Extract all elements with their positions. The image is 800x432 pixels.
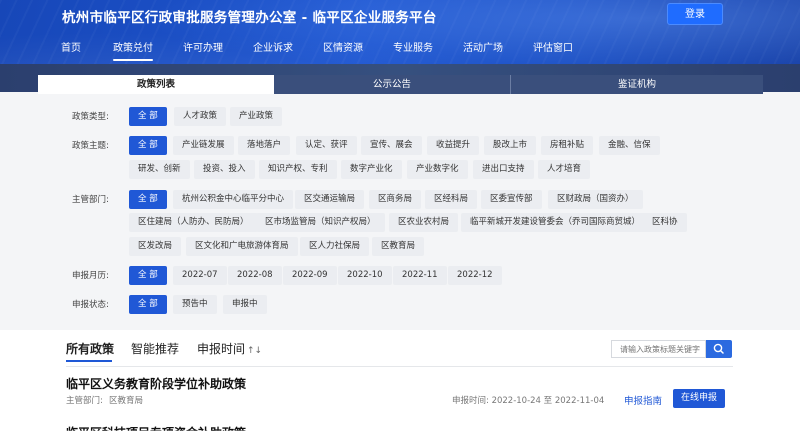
chip-dept-fund[interactable]: 杭州公积金中心临平分中心 (173, 190, 294, 209)
tab-certification[interactable]: 鉴证机构 (510, 75, 763, 94)
chip-type-all[interactable]: 全 部 (129, 107, 167, 126)
chip-status-all[interactable]: 全 部 (129, 295, 167, 314)
login-button[interactable]: 登录 (667, 3, 723, 25)
chip-dept-culture[interactable]: 区文化和广电旅游体育局 (186, 237, 298, 256)
chip-theme-industry-digital[interactable]: 产业数字化 (407, 160, 468, 179)
chip-theme-rent[interactable]: 房租补贴 (541, 136, 594, 155)
chip-dept-transport[interactable]: 区交通运输局 (295, 190, 365, 209)
chip-theme-digital-industry[interactable]: 数字产业化 (341, 160, 402, 179)
sort-arrows-icon: ↑↓ (247, 346, 263, 356)
tab-announcements[interactable]: 公示公告 (274, 75, 510, 94)
policy-department-label: 主管部门: (66, 396, 103, 406)
chip-month-2022-07[interactable]: 2022-07 (173, 266, 227, 285)
filter-label-type: 政策类型: (72, 112, 109, 122)
chip-dept-finance[interactable]: 区财政局（国资办） (548, 190, 643, 209)
nav-item-evaluation[interactable]: 评估窗口 (533, 42, 573, 56)
chip-dept-all[interactable]: 全 部 (129, 190, 167, 209)
chip-month-all[interactable]: 全 部 (129, 266, 167, 285)
nav-item-policy[interactable]: 政策兑付 (113, 42, 153, 61)
chip-theme-finance[interactable]: 金融、信保 (599, 136, 660, 155)
nav-item-home[interactable]: 首页 (61, 42, 81, 56)
nav-item-activity[interactable]: 活动广场 (463, 42, 503, 56)
chip-theme-chain[interactable]: 产业链发展 (173, 136, 234, 155)
chip-type-talent[interactable]: 人才政策 (174, 107, 227, 126)
chip-theme-exhibition[interactable]: 宣传、展会 (361, 136, 422, 155)
filter-label-department: 主管部门: (72, 195, 109, 205)
chip-theme-import-export[interactable]: 进出口支持 (473, 160, 534, 179)
policy-title[interactable]: 临平区义务教育阶段学位补助政策 (66, 375, 246, 392)
filter-label-theme: 政策主题: (72, 141, 109, 151)
chip-theme-ip[interactable]: 知识产权、专利 (259, 160, 337, 179)
chip-month-2022-08[interactable]: 2022-08 (228, 266, 282, 285)
search-button[interactable] (706, 340, 732, 358)
content-tabs: 政策列表 公示公告 鉴证机构 (38, 75, 763, 94)
chip-dept-housing[interactable]: 区住建局（人防办、民防局） (129, 213, 258, 232)
chip-dept-education[interactable]: 区教育局 (372, 237, 425, 256)
policy-period: 申报时间: 2022-10-24 至 2022-11-04 (452, 396, 605, 406)
policy-guide-link[interactable]: 申报指南 (624, 393, 662, 407)
chip-status-preview[interactable]: 预告中 (173, 295, 217, 314)
policy-department: 区教育局 (109, 396, 144, 406)
tab-policy-list[interactable]: 政策列表 (38, 75, 274, 94)
sort-tab-time[interactable]: 申报时间 ↑↓ (197, 340, 262, 357)
chip-theme-talent-training[interactable]: 人才培育 (538, 160, 591, 179)
chip-dept-commerce[interactable]: 区商务局 (369, 190, 422, 209)
sort-tab-underline (66, 360, 112, 362)
chip-status-open[interactable]: 申报中 (223, 295, 267, 314)
filter-label-status: 申报状态: (72, 300, 109, 310)
chip-dept-market[interactable]: 区市场监管局（知识产权局） (256, 213, 385, 232)
nav-item-appeal[interactable]: 企业诉求 (253, 42, 293, 56)
chip-dept-science-assoc[interactable]: 区科协 (643, 213, 687, 232)
chip-theme-certified[interactable]: 认定、获评 (296, 136, 357, 155)
chip-month-2022-11[interactable]: 2022-11 (393, 266, 447, 285)
chip-month-2022-12[interactable]: 2022-12 (448, 266, 502, 285)
chip-dept-economy[interactable]: 区经科局 (425, 190, 478, 209)
nav-item-resources[interactable]: 区情资源 (323, 42, 363, 56)
chip-theme-invest[interactable]: 投资、投入 (194, 160, 255, 179)
chip-month-2022-09[interactable]: 2022-09 (283, 266, 337, 285)
chip-theme-landing[interactable]: 落地落户 (238, 136, 291, 155)
chip-dept-publicity[interactable]: 区委宣传部 (481, 190, 542, 209)
nav-item-pro-service[interactable]: 专业服务 (393, 42, 433, 56)
search-icon (713, 343, 724, 354)
site-title: 杭州市临平区行政审批服务管理办公室 - 临平区企业服务平台 (62, 10, 437, 26)
chip-theme-ipo[interactable]: 股改上市 (484, 136, 537, 155)
list-divider (66, 366, 733, 367)
chip-dept-development[interactable]: 区发改局 (129, 237, 182, 256)
sort-tab-smart[interactable]: 智能推荐 (131, 340, 179, 357)
sort-tab-all[interactable]: 所有政策 (66, 340, 114, 357)
online-apply-button[interactable]: 在线申报 (673, 389, 725, 408)
chip-type-industry[interactable]: 产业政策 (230, 107, 283, 126)
chip-dept-hr[interactable]: 区人力社保局 (300, 237, 370, 256)
sort-tab-time-label: 申报时间 (197, 342, 246, 356)
filter-label-month: 申报月历: (72, 271, 109, 281)
nav-item-license[interactable]: 许可办理 (183, 42, 223, 56)
chip-theme-rnd[interactable]: 研发、创新 (129, 160, 190, 179)
chip-theme-revenue[interactable]: 收益提升 (427, 136, 480, 155)
chip-dept-agriculture[interactable]: 区农业农村局 (389, 213, 459, 232)
chip-month-2022-10[interactable]: 2022-10 (338, 266, 392, 285)
policy-search-input[interactable] (611, 340, 706, 358)
chip-theme-all[interactable]: 全 部 (129, 136, 167, 155)
chip-dept-new-city[interactable]: 临平新城开发建设管委会（乔司国际商贸城） (461, 213, 650, 232)
